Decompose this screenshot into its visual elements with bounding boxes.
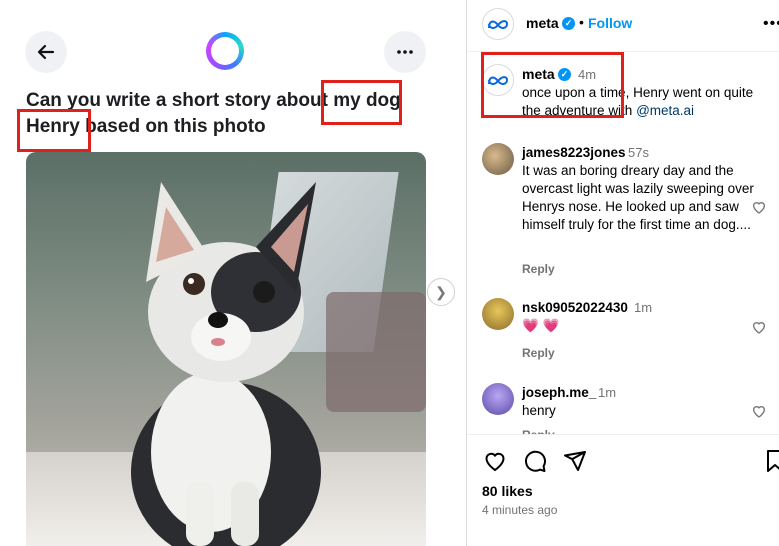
dog-illustration bbox=[131, 182, 321, 546]
arrow-left-icon bbox=[37, 44, 55, 60]
comment-text: It was an boring dreary day and the over… bbox=[522, 163, 754, 232]
post-timestamp: 4 minutes ago bbox=[482, 503, 558, 517]
ellipsis-icon bbox=[397, 50, 413, 54]
likes-count[interactable]: 80 likes bbox=[482, 483, 533, 499]
ai-post-panel: Can you write a short story about my dog… bbox=[0, 0, 466, 546]
reply-button[interactable]: Reply bbox=[522, 346, 555, 360]
comment-text: henry bbox=[522, 403, 556, 418]
comment-time: 1m bbox=[598, 385, 617, 400]
commenter-avatar[interactable] bbox=[482, 383, 514, 415]
back-button[interactable] bbox=[25, 31, 67, 73]
comments-panel: meta ✓ • Follow ••• meta ✓ 4m once upon … bbox=[466, 0, 779, 546]
like-comment-heart-icon[interactable] bbox=[751, 319, 767, 335]
meta-logo-icon bbox=[488, 20, 509, 29]
comment-bubble-icon[interactable] bbox=[523, 449, 547, 473]
post-actions: 80 likes 4 minutes ago bbox=[467, 434, 779, 546]
commenter-avatar[interactable] bbox=[482, 298, 514, 330]
follow-button[interactable]: Follow bbox=[588, 15, 632, 31]
post-header: meta ✓ • Follow ••• bbox=[467, 0, 779, 52]
comment-time: 57s bbox=[628, 145, 649, 160]
next-photo-button[interactable]: ❯ bbox=[427, 278, 455, 306]
commenter-avatar[interactable] bbox=[482, 143, 514, 175]
meta-avatar[interactable] bbox=[482, 8, 514, 40]
highlight-box-henry bbox=[17, 109, 91, 152]
post-more-options-icon[interactable]: ••• bbox=[763, 15, 779, 33]
reply-button[interactable]: Reply bbox=[522, 262, 555, 276]
like-comment-heart-icon[interactable] bbox=[751, 199, 767, 215]
comment-time: 1m bbox=[634, 300, 653, 315]
comment-username[interactable]: joseph.me_ bbox=[522, 385, 596, 400]
dog-photo bbox=[26, 152, 426, 546]
more-options-button[interactable] bbox=[384, 31, 426, 73]
meta-ai-mention-link[interactable]: @meta.ai bbox=[636, 103, 694, 118]
save-bookmark-icon[interactable] bbox=[763, 449, 779, 473]
meta-ai-logo-icon bbox=[206, 32, 244, 70]
chevron-right-icon: ❯ bbox=[435, 283, 447, 300]
like-comment-heart-icon[interactable] bbox=[751, 403, 767, 419]
share-send-icon[interactable] bbox=[563, 449, 587, 473]
separator-dot: • bbox=[579, 14, 584, 30]
highlight-box-caption bbox=[481, 52, 624, 118]
comment-username[interactable]: james8223jones bbox=[522, 145, 626, 160]
highlight-box-my-dog bbox=[321, 80, 402, 125]
comment-text: 💗 💗 bbox=[522, 318, 560, 333]
verified-badge-icon: ✓ bbox=[562, 17, 575, 30]
like-heart-icon[interactable] bbox=[483, 449, 507, 473]
comment-username[interactable]: nsk09052022430 bbox=[522, 300, 628, 315]
header-username[interactable]: meta bbox=[526, 15, 559, 31]
